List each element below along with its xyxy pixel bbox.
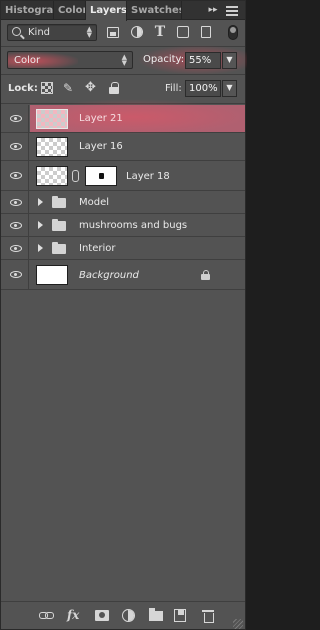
fill-input[interactable]: 100% — [185, 80, 221, 97]
lock-transparency-icon[interactable] — [41, 82, 53, 94]
layer-row-layer-21[interactable]: Layer 21 — [1, 99, 246, 135]
layer-thumbnail — [36, 166, 68, 186]
fill-slider-arrow-icon[interactable]: ▼ — [222, 80, 237, 97]
tab-overflow-icon[interactable]: ▸▸ — [205, 4, 221, 17]
delete-layer-icon[interactable] — [202, 609, 214, 623]
up-down-arrows-icon: ▲ ▼ — [121, 53, 127, 67]
filter-kind-label: Kind — [28, 27, 51, 38]
lock-position-icon[interactable]: ✥ — [85, 81, 97, 94]
lock-image-pixels-icon[interactable]: ✎ — [63, 82, 75, 94]
new-adjustment-icon[interactable] — [122, 609, 135, 622]
tab-layers-label: Layers — [90, 5, 127, 16]
group-name[interactable]: Interior — [79, 243, 115, 254]
visibility-cell[interactable] — [1, 191, 29, 213]
layer-row-layer-16[interactable]: Layer 16 — [1, 133, 245, 161]
folder-icon — [52, 242, 66, 254]
layer-row-background[interactable]: Background — [1, 260, 245, 290]
layer-row-group-model[interactable]: Model — [1, 191, 245, 214]
visibility-cell[interactable] — [1, 133, 29, 160]
filter-toggle[interactable] — [228, 25, 238, 40]
divider — [1, 74, 245, 75]
panel-footer: fx — [1, 601, 245, 629]
type-layer-filter-icon[interactable]: T — [153, 25, 167, 39]
visibility-cell[interactable] — [1, 260, 29, 289]
layer-row-layer-18[interactable]: Layer 18 — [1, 161, 245, 191]
chain-link-icon[interactable] — [72, 170, 79, 182]
tab-swatches[interactable]: Swatches — [127, 1, 182, 20]
layer-thumbnail — [36, 109, 68, 129]
new-group-icon[interactable] — [149, 608, 163, 621]
new-layer-icon[interactable] — [174, 609, 186, 622]
search-icon — [12, 27, 21, 36]
eye-icon[interactable] — [10, 199, 22, 206]
eye-icon[interactable] — [10, 143, 22, 150]
layer-row-group-mushrooms-and-bugs[interactable]: mushrooms and bugs — [1, 214, 245, 237]
tab-layers[interactable]: Layers — [86, 1, 127, 21]
lock-all-icon[interactable] — [109, 82, 121, 94]
expand-caret-icon[interactable] — [38, 198, 43, 206]
group-name[interactable]: Model — [79, 197, 109, 208]
lock-icon — [201, 270, 210, 280]
adjustment-layer-filter-icon[interactable] — [131, 26, 143, 38]
lock-label: Lock: — [8, 83, 38, 94]
eye-icon[interactable] — [10, 222, 22, 229]
tab-histogram-label: Histogram — [5, 5, 54, 16]
layer-name[interactable]: Layer 16 — [79, 141, 123, 152]
shape-layer-filter-icon[interactable] — [177, 26, 189, 38]
tab-color[interactable]: Color — [54, 1, 86, 20]
panel-tab-bar: Histogram Color Layers Swatches ▸▸ — [1, 1, 245, 21]
tab-histogram[interactable]: Histogram — [1, 1, 54, 20]
resize-grip-icon[interactable] — [233, 619, 243, 629]
opacity-slider-arrow-icon[interactable]: ▼ — [222, 52, 237, 69]
pixel-layer-filter-icon[interactable] — [107, 27, 119, 38]
opacity-input[interactable]: 55% — [185, 52, 221, 69]
fill-label: Fill: — [165, 83, 182, 94]
visibility-cell[interactable] — [1, 237, 29, 259]
eye-icon[interactable] — [10, 115, 22, 122]
eye-icon[interactable] — [10, 172, 22, 179]
link-layers-icon[interactable] — [39, 609, 54, 622]
smart-object-filter-icon[interactable] — [201, 26, 211, 38]
tab-swatches-label: Swatches — [131, 5, 182, 16]
up-down-arrows-icon: ▲ ▼ — [86, 25, 92, 39]
visibility-cell[interactable] — [1, 214, 29, 236]
tab-color-label: Color — [58, 5, 86, 16]
add-mask-icon[interactable] — [95, 610, 109, 621]
layer-thumbnail — [36, 137, 68, 157]
folder-icon — [52, 219, 66, 231]
layers-panel: Histogram Color Layers Swatches ▸▸ Kind … — [0, 0, 247, 630]
layer-row-group-interior[interactable]: Interior — [1, 237, 245, 260]
layer-name[interactable]: Layer 18 — [126, 171, 170, 182]
folder-icon — [52, 196, 66, 208]
filter-kind-select[interactable]: Kind ▲ ▼ — [7, 24, 97, 41]
layer-thumbnail — [36, 265, 68, 285]
layer-list: Layer 21 Layer 16 Layer 18 Model mushroo… — [1, 99, 246, 601]
layer-name[interactable]: Background — [79, 270, 139, 281]
panel-menu-icon[interactable] — [225, 4, 239, 17]
layer-mask-thumbnail[interactable] — [85, 166, 117, 186]
expand-caret-icon[interactable] — [38, 244, 43, 252]
blend-mode-value: Color — [14, 55, 41, 66]
blend-mode-select[interactable]: Color ▲ ▼ — [7, 51, 133, 69]
visibility-cell[interactable] — [1, 161, 29, 190]
fx-icon[interactable]: fx — [67, 609, 79, 622]
group-name[interactable]: mushrooms and bugs — [79, 220, 187, 231]
layer-name[interactable]: Layer 21 — [79, 113, 123, 124]
expand-caret-icon[interactable] — [38, 221, 43, 229]
visibility-cell[interactable] — [1, 105, 29, 132]
opacity-label: Opacity: — [143, 54, 185, 65]
eye-icon[interactable] — [10, 245, 22, 252]
eye-icon[interactable] — [10, 271, 22, 278]
